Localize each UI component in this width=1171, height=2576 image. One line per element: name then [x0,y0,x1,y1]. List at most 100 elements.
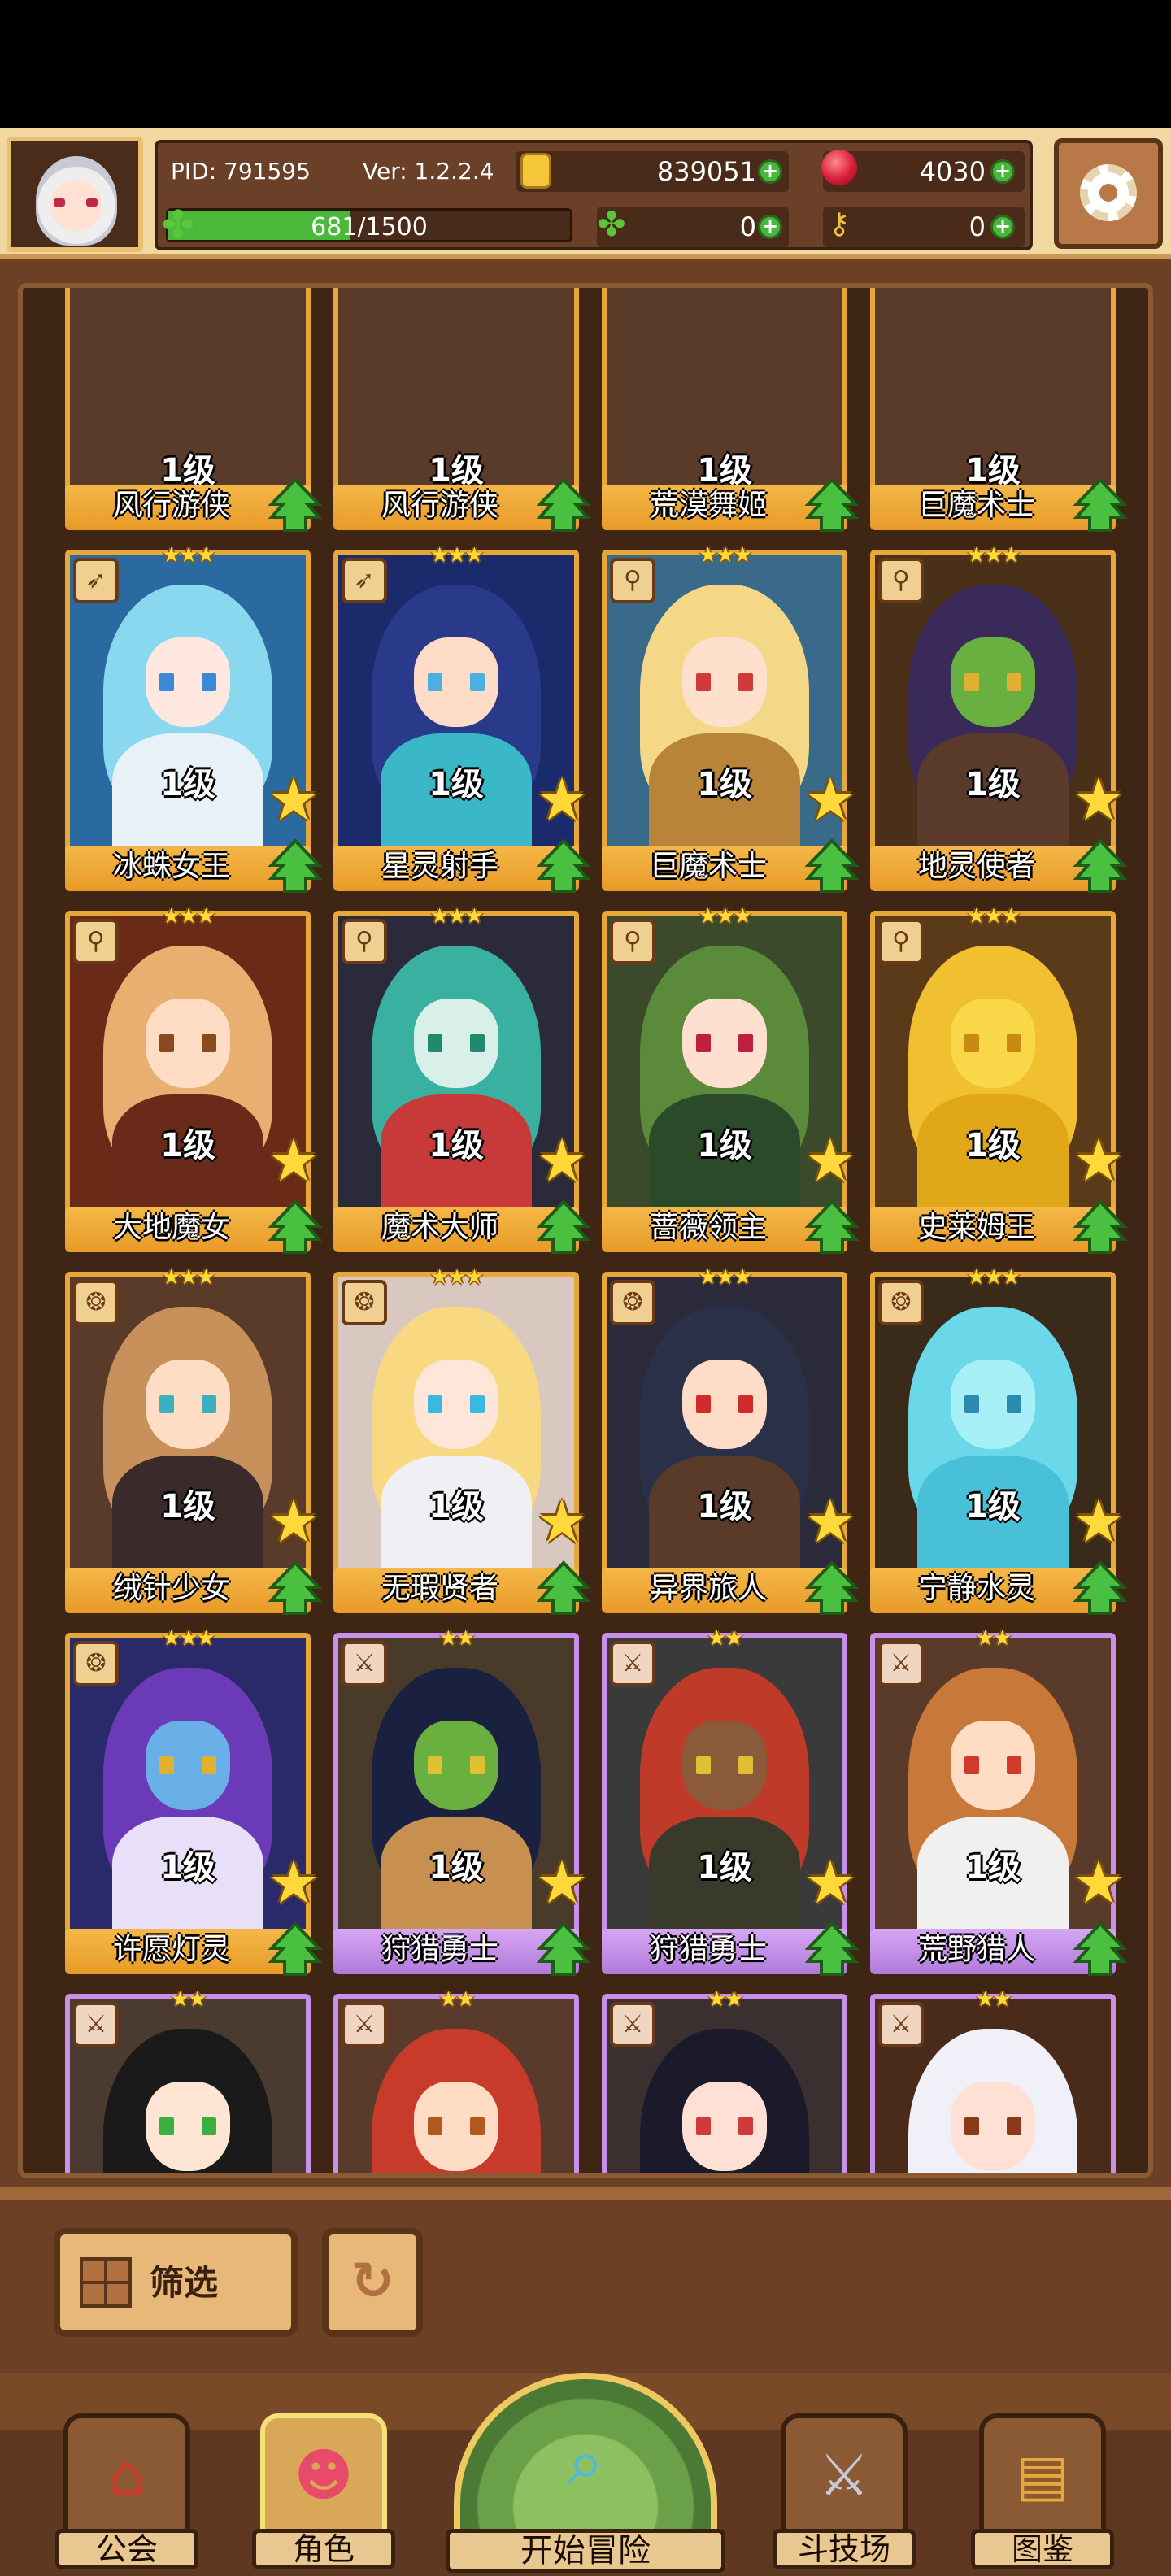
staff-icon: ⚲ [610,558,655,603]
rarity-stars: ★★ [707,1987,744,2012]
gem-plus-button[interactable]: + [990,159,1015,184]
upgrade-button[interactable] [804,1560,860,1617]
favorite-star-icon[interactable]: ★ [265,1131,322,1190]
upgrade-button[interactable] [268,1199,323,1255]
upgrade-button[interactable] [1073,1921,1128,1978]
upgrade-button[interactable] [1073,838,1128,894]
upgrade-button[interactable] [804,838,860,894]
staff-icon: ⚲ [73,919,119,964]
character-card-partial[interactable]: 1级 风行游侠 [333,288,591,538]
card-name: 绒针少女 [112,1572,230,1605]
player-avatar[interactable] [7,137,143,252]
character-card[interactable]: ⚔1级★★★恶狼勇士 [602,1987,847,2173]
nav-character[interactable]: ☻ 角色 [252,2413,395,2573]
nav-adventure[interactable]: ⌕ 开始冒险 [446,2373,725,2576]
favorite-star-icon[interactable]: ★ [1070,1853,1127,1912]
sword-icon: ⚔ [73,2002,119,2047]
rarity-stars: ★★ [975,1626,1012,1651]
card-name: 冰蛛女王 [112,850,230,883]
character-card[interactable]: ⚲ 1级 ★★★ ★ 魔术大师 [333,904,591,1260]
rarity-stars: ★★ [975,1987,1012,2012]
sword-icon: ⚔ [878,2002,924,2047]
nav-guild[interactable]: ⌂ 公会 [55,2413,198,2573]
upgrade-button[interactable] [268,476,323,533]
upgrade-button[interactable] [268,1560,323,1617]
clover-plus-button[interactable]: + [758,215,782,239]
character-card[interactable]: ❂ 1级 ★★★ ★ 许愿灯灵 [65,1626,323,1982]
roster-scroll-area[interactable]: 1级 风行游侠 1级 风行游侠 1级 荒漠舞姬 1级 巨魔术士 ➶ 1级 ★★★ ★ 冰蛛女王 ➶ 1级 ★★… [18,283,1153,2178]
portrait-eyes [159,1395,216,1414]
favorite-star-icon[interactable]: ★ [1070,1492,1127,1551]
rarity-stars: ★★★ [699,904,752,929]
favorite-star-icon[interactable]: ★ [533,770,590,829]
upgrade-button[interactable] [268,1921,323,1978]
portrait-eyes [964,673,1021,692]
sword-icon: ⚔ [342,1641,387,1686]
nav-arena[interactable]: ⚔ 斗技场 [773,2413,916,2573]
settings-button[interactable] [1054,138,1163,249]
character-card[interactable]: ❂ 1级 ★★★ ★ 异界旅人 [602,1265,860,1621]
favorite-star-icon[interactable]: ★ [533,1131,590,1190]
character-card[interactable]: ⚲ 1级 ★★★ ★ 巨魔术士 [602,543,860,899]
character-card-partial[interactable]: 1级 荒漠舞姬 [602,288,860,538]
character-card[interactable]: ⚔1级★★★军团铁骑 [333,1987,579,2173]
character-card-partial[interactable]: 1级 巨魔术士 [870,288,1128,538]
character-card[interactable]: ⚲ 1级 ★★★ ★ 蔷薇领主 [602,904,860,1260]
character-card[interactable]: ⚔ 1级 ★★ ★ 荒野猎人 [870,1626,1128,1982]
character-card-partial[interactable]: 1级 风行游侠 [65,288,323,538]
favorite-star-icon[interactable]: ★ [265,770,322,829]
gold-plus-button[interactable]: + [758,159,782,184]
upgrade-button[interactable] [536,1560,591,1617]
card-name: 荒漠舞姬 [649,489,767,522]
character-card[interactable]: ⚲ 1级 ★★★ ★ 大地魔女 [65,904,323,1260]
nav-codex[interactable]: ▤ 图鉴 [971,2413,1114,2573]
favorite-star-icon[interactable]: ★ [1070,1131,1127,1190]
key-value: 0 [969,211,986,242]
upgrade-button[interactable] [536,1199,591,1255]
character-card[interactable]: ➶ 1级 ★★★ ★ 冰蛛女王 [65,543,323,899]
character-card[interactable]: ❂ 1级 ★★★ ★ 无瑕贤者 [333,1265,591,1621]
book-icon: ▤ [1015,2442,1070,2509]
upgrade-button[interactable] [1073,476,1128,533]
card-name: 狩猎勇士 [381,1933,498,1966]
favorite-star-icon[interactable]: ★ [802,1853,859,1912]
upgrade-button[interactable] [1073,1199,1128,1255]
portrait-eyes [964,2117,1021,2136]
bow-icon: ➶ [342,558,387,603]
filter-button[interactable]: 筛选 [54,2228,298,2337]
character-card[interactable]: ⚔ 1级 ★★ ★ 狩猎勇士 [333,1626,591,1982]
character-card[interactable]: ⚲ 1级 ★★★ ★ 史莱姆王 [870,904,1128,1260]
upgrade-button[interactable] [804,1921,860,1978]
character-card[interactable]: ❂ 1级 ★★★ ★ 绒针少女 [65,1265,323,1621]
favorite-star-icon[interactable]: ★ [802,770,859,829]
character-card[interactable]: ⚲ 1级 ★★★ ★ 地灵使者 [870,543,1128,899]
character-card[interactable]: ⚔1级★★★恶狼勇士 [870,1987,1116,2173]
character-card[interactable]: ⚔1级★★★胡椒 [65,1987,311,2173]
upgrade-button[interactable] [804,1199,860,1255]
favorite-star-icon[interactable]: ★ [533,1853,590,1912]
favorite-star-icon[interactable]: ★ [265,1853,322,1912]
rarity-stars: ★★★ [162,1626,215,1651]
favorite-star-icon[interactable]: ★ [802,1131,859,1190]
upgrade-arrow-icon [804,838,860,893]
favorite-star-icon[interactable]: ★ [802,1492,859,1551]
refresh-button[interactable]: ↻ [322,2228,423,2337]
character-card[interactable]: ❂ 1级 ★★★ ★ 宁静水灵 [870,1265,1128,1621]
upgrade-button[interactable] [268,838,323,894]
upgrade-arrow-icon [536,1199,591,1254]
favorite-star-icon[interactable]: ★ [533,1492,590,1551]
crossed-swords-icon: ⚔ [818,2442,870,2509]
favorite-star-icon[interactable]: ★ [1070,770,1127,829]
character-card[interactable]: ➶ 1级 ★★★ ★ 星灵射手 [333,543,591,899]
key-plus-button[interactable]: + [990,215,1015,239]
upgrade-button[interactable] [536,838,591,894]
upgrade-button[interactable] [536,476,591,533]
upgrade-arrow-icon [1073,1560,1128,1615]
gem-value: 4030 [919,156,986,187]
rarity-stars: ★★★ [430,1265,484,1290]
character-card[interactable]: ⚔ 1级 ★★ ★ 狩猎勇士 [602,1626,860,1982]
favorite-star-icon[interactable]: ★ [265,1492,322,1551]
upgrade-button[interactable] [804,476,860,533]
upgrade-button[interactable] [536,1921,591,1978]
upgrade-button[interactable] [1073,1560,1128,1617]
